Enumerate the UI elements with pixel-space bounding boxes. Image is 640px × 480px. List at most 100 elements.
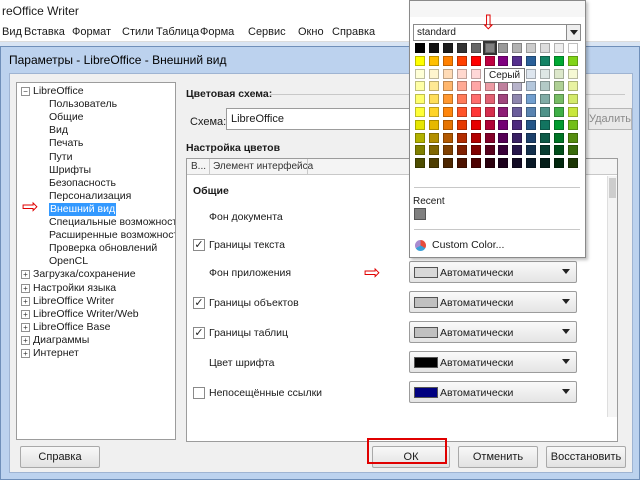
palette-color-cell[interactable] [554,55,564,66]
palette-color-cell[interactable] [456,119,467,130]
delete-scheme-button[interactable]: Удалить [588,108,632,130]
palette-color-cell[interactable] [567,158,578,169]
palette-color-cell[interactable] [498,132,509,143]
palette-color-cell[interactable] [428,132,439,143]
palette-color-cell[interactable] [456,158,467,169]
palette-color-cell[interactable] [512,119,523,130]
expand-icon[interactable]: + [21,322,30,332]
palette-color-cell[interactable] [484,119,495,130]
palette-color-cell[interactable] [554,145,564,156]
palette-color-cell[interactable] [540,107,551,117]
palette-color-cell[interactable] [415,119,425,130]
tree-item[interactable]: OpenCL [17,255,175,268]
menu-item[interactable]: Таблица [156,26,199,38]
palette-color-cell[interactable] [442,55,453,66]
palette-color-cell[interactable] [428,81,439,92]
tree-item[interactable]: Печать [17,137,175,150]
tree-item[interactable]: Расширенные возможности [17,229,175,242]
tree-item[interactable]: + Загрузка/сохранение [17,268,175,281]
palette-color-cell[interactable] [540,68,551,79]
palette-color-cell[interactable] [415,68,425,79]
palette-color-cell[interactable] [540,43,551,53]
tree-item[interactable]: + LibreOffice Base [17,321,175,334]
palette-color-cell[interactable] [415,94,425,105]
palette-color-cell[interactable] [415,158,425,169]
palette-color-cell[interactable] [498,158,509,169]
palette-color-cell[interactable] [526,55,537,66]
menu-item[interactable]: Окно [298,26,324,38]
palette-color-cell[interactable] [526,43,537,53]
tree-item[interactable]: Вид [17,124,175,137]
menu-item[interactable]: Сервис [248,26,286,38]
palette-color-cell[interactable] [540,145,551,156]
palette-color-cell[interactable] [512,145,523,156]
color-dropdown[interactable]: Автоматически [409,381,577,403]
cancel-button[interactable]: Отменить [458,446,538,468]
palette-select[interactable]: standard [413,24,581,41]
palette-color-cell[interactable] [512,158,523,169]
collapse-icon[interactable]: − [21,87,30,96]
tree-item[interactable]: Персонализация [17,190,175,203]
palette-color-cell[interactable] [484,55,495,66]
palette-color-cell[interactable] [470,132,481,143]
palette-color-cell[interactable] [442,107,453,117]
palette-color-cell[interactable] [498,145,509,156]
palette-color-cell[interactable] [512,107,523,117]
palette-color-cell[interactable] [567,43,578,53]
visibility-checkbox[interactable]: ✓ [193,327,205,339]
palette-color-cell[interactable] [567,94,578,105]
menu-item[interactable]: Стили [122,26,154,38]
palette-color-cell[interactable] [428,119,439,130]
palette-color-cell[interactable] [442,132,453,143]
palette-color-cell[interactable] [526,81,537,92]
tree-item[interactable]: Общие [17,111,175,124]
custom-color-button[interactable]: Custom Color... [432,239,504,251]
tree-item[interactable]: Внешний вид [17,202,175,216]
palette-color-cell[interactable] [526,145,537,156]
palette-color-cell[interactable] [484,94,495,105]
palette-color-cell[interactable] [442,145,453,156]
palette-color-cell[interactable] [470,107,481,117]
menu-item[interactable]: Вставка [24,26,65,38]
menu-item[interactable]: Форма [200,26,234,38]
palette-color-cell[interactable] [456,43,467,53]
palette-color-cell[interactable] [456,55,467,66]
visibility-checkbox[interactable]: ✓ [193,297,205,309]
palette-color-cell[interactable] [498,55,509,66]
palette-color-cell[interactable] [415,107,425,117]
palette-color-cell[interactable] [456,81,467,92]
palette-color-cell[interactable] [567,81,578,92]
palette-color-cell[interactable] [554,43,564,53]
palette-color-cell[interactable] [567,107,578,117]
palette-color-cell[interactable] [498,43,509,53]
palette-color-cell[interactable] [567,68,578,79]
recent-color-swatch[interactable] [414,208,426,220]
palette-color-cell[interactable] [456,107,467,117]
menu-item[interactable]: Формат [72,26,111,38]
scheme-select[interactable]: LibreOffice [226,108,426,130]
palette-color-cell[interactable] [415,55,425,66]
palette-color-cell[interactable] [484,158,495,169]
palette-color-cell[interactable] [540,81,551,92]
palette-color-cell[interactable] [428,145,439,156]
palette-color-cell[interactable] [470,81,481,92]
tree-item[interactable]: − LibreOffice [17,85,175,98]
palette-color-cell[interactable] [540,119,551,130]
palette-color-cell[interactable] [540,55,551,66]
palette-color-cell[interactable] [554,81,564,92]
color-dropdown[interactable]: Автоматически [409,321,577,343]
palette-color-cell[interactable] [442,94,453,105]
palette-color-cell[interactable] [554,94,564,105]
palette-color-cell[interactable] [567,132,578,143]
palette-color-cell[interactable] [484,107,495,117]
palette-color-cell[interactable] [512,43,523,53]
palette-color-cell[interactable] [512,132,523,143]
menu-item[interactable]: Справка [332,26,375,38]
expand-icon[interactable]: + [21,309,30,319]
palette-color-cell[interactable] [428,68,439,79]
palette-color-cell[interactable] [415,145,425,156]
palette-color-cell[interactable] [554,68,564,79]
expand-icon[interactable]: + [21,349,30,358]
tree-item[interactable]: + LibreOffice Writer [17,295,175,308]
palette-color-cell[interactable] [498,94,509,105]
